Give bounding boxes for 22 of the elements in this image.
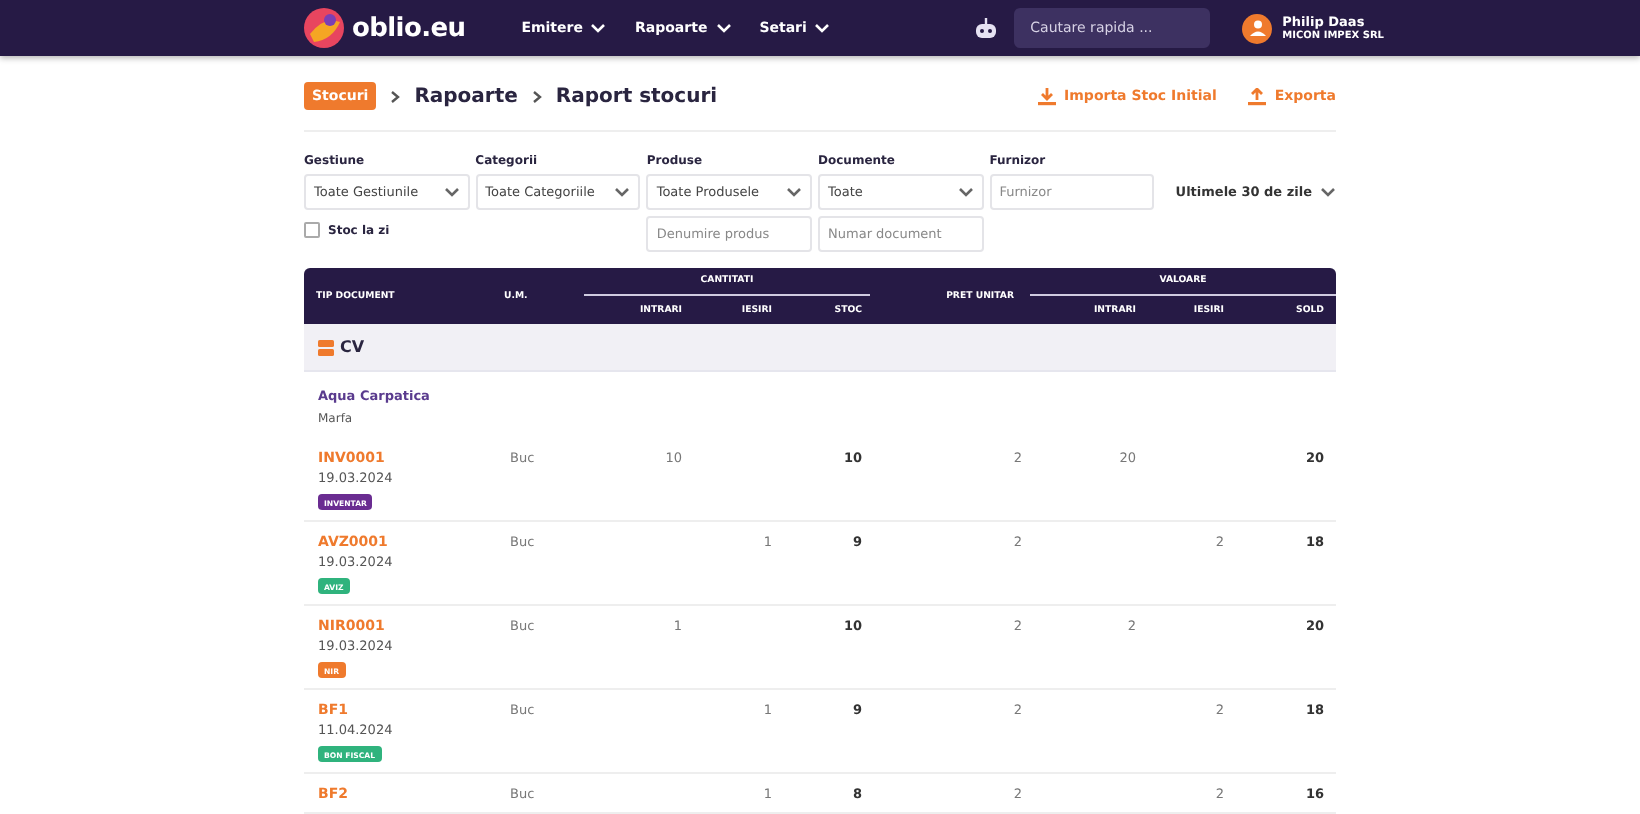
upload-icon: [1248, 87, 1267, 105]
group-label: CV: [340, 338, 365, 356]
checkbox[interactable]: [304, 222, 320, 238]
chevron-icon: [390, 89, 401, 103]
caret-icon: [1320, 186, 1336, 198]
caret-icon: [590, 22, 607, 34]
download-icon: [1038, 87, 1057, 105]
boxes-icon: [318, 339, 334, 355]
avatar[interactable]: [1242, 13, 1273, 43]
caret-icon: [814, 22, 831, 34]
caret-icon: [614, 186, 631, 198]
caret-icon: [443, 186, 460, 198]
logo-text[interactable]: oblio.eu: [352, 13, 466, 43]
breadcrumb-link[interactable]: Rapoarte: [414, 85, 518, 107]
caret-icon: [715, 22, 732, 34]
robot-icon: [974, 18, 999, 38]
page-title: Raport stocuri: [555, 85, 718, 107]
caret-icon: [786, 186, 803, 198]
user-icon: [1249, 20, 1266, 36]
chevron-icon: [531, 89, 542, 103]
logo-icon: [304, 8, 344, 48]
caret-icon: [957, 186, 974, 198]
